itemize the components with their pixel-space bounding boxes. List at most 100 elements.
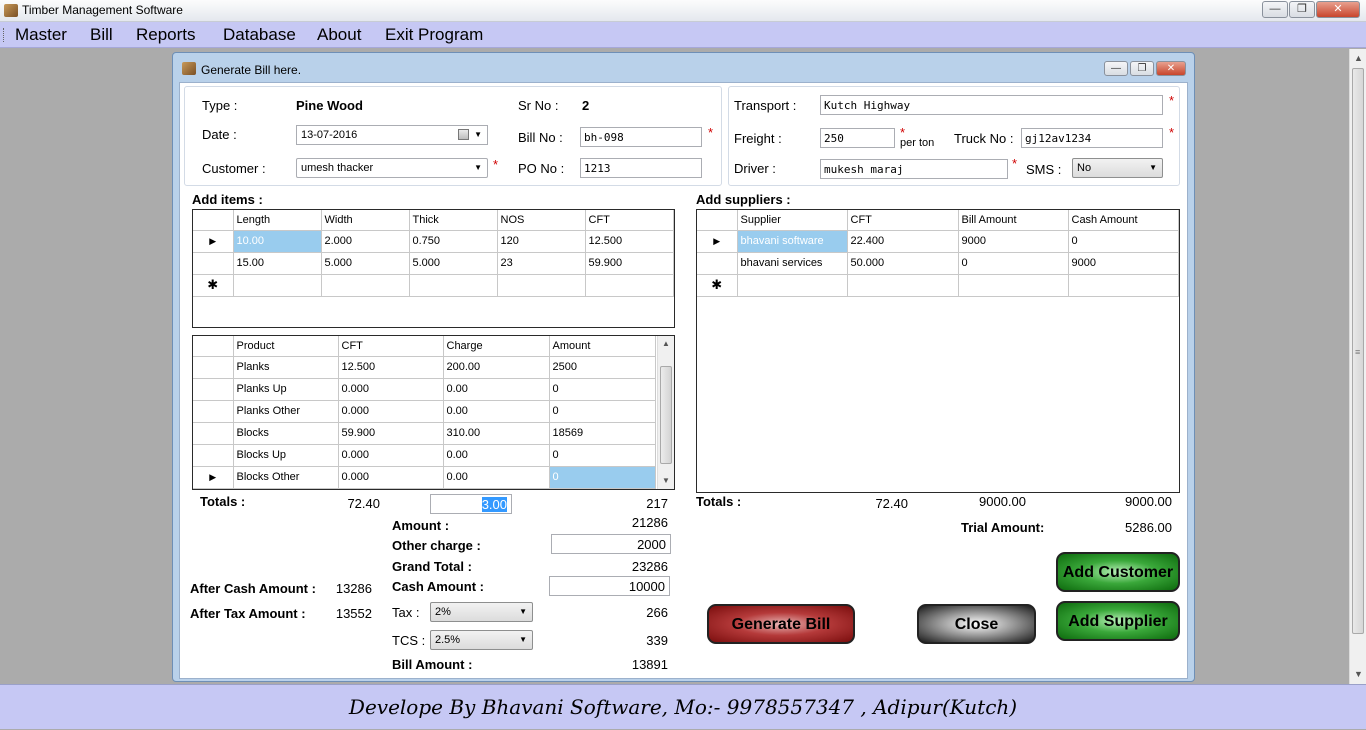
transport-input[interactable] — [820, 95, 1163, 115]
new-row[interactable]: ✱ — [193, 273, 674, 297]
table-cell[interactable]: Blocks — [232, 421, 339, 445]
col-cash-amount[interactable]: Cash Amount — [1067, 210, 1179, 231]
table-cell[interactable]: Blocks Up — [232, 443, 339, 467]
menu-exit-program[interactable]: Exit Program — [385, 25, 483, 45]
chevron-down-icon[interactable]: ▼ — [1149, 163, 1157, 172]
table-cell[interactable]: bhavani services — [736, 251, 848, 275]
add-customer-button[interactable]: Add Customer — [1056, 552, 1180, 592]
scroll-thumb[interactable] — [660, 366, 672, 464]
table-cell[interactable]: 0.00 — [442, 399, 550, 423]
products-scrollbar[interactable]: ▲ ▼ — [657, 336, 674, 489]
scroll-down-icon[interactable]: ▼ — [1354, 669, 1363, 679]
freight-input[interactable] — [820, 128, 895, 148]
table-cell[interactable] — [408, 273, 498, 297]
table-cell[interactable]: 59.900 — [337, 421, 444, 445]
products-grid[interactable]: Product CFT Charge Amount Planks 12.500 … — [192, 335, 675, 490]
table-cell[interactable] — [736, 273, 848, 297]
menu-bill[interactable]: Bill — [90, 25, 113, 45]
table-cell[interactable]: 0.000 — [337, 443, 444, 467]
driver-input[interactable] — [820, 159, 1008, 179]
minimize-icon[interactable]: — — [1262, 1, 1288, 18]
table-cell[interactable]: 0.00 — [442, 377, 550, 401]
table-cell[interactable]: 22.400 — [846, 229, 959, 253]
other-charge-input[interactable] — [551, 534, 671, 554]
sms-select[interactable]: No ▼ — [1072, 158, 1163, 178]
table-cell[interactable]: 0 — [957, 251, 1069, 275]
main-vertical-scrollbar[interactable]: ▲ ≡ ▼ — [1349, 49, 1366, 684]
chevron-down-icon[interactable]: ▼ — [519, 607, 527, 616]
col-cft[interactable]: CFT — [846, 210, 959, 231]
cash-amount-input[interactable] — [549, 576, 670, 596]
menu-database[interactable]: Database — [223, 25, 296, 45]
table-cell[interactable]: 0 — [548, 399, 656, 423]
new-row[interactable]: ✱ — [697, 273, 1179, 297]
table-row[interactable]: Planks Other 0.000 0.00 0 — [193, 399, 656, 423]
add-supplier-button[interactable]: Add Supplier — [1056, 601, 1180, 641]
col-length[interactable]: Length — [232, 210, 322, 231]
table-cell[interactable]: 0.00 — [442, 443, 550, 467]
table-row[interactable]: Planks Up 0.000 0.00 0 — [193, 377, 656, 401]
tax-select[interactable]: 2% ▼ — [430, 602, 533, 622]
table-cell[interactable]: 0 — [548, 465, 656, 489]
col-cft[interactable]: CFT — [337, 336, 444, 357]
table-cell[interactable]: 0 — [548, 377, 656, 401]
suppliers-grid[interactable]: Supplier CFT Bill Amount Cash Amount ▶ b… — [696, 209, 1180, 493]
table-cell[interactable] — [1067, 273, 1179, 297]
table-cell[interactable]: 12.500 — [584, 229, 674, 253]
child-maximize-icon[interactable]: ❐ — [1130, 61, 1154, 76]
chevron-down-icon[interactable]: ▼ — [519, 635, 527, 644]
table-cell[interactable]: 2.000 — [320, 229, 410, 253]
table-row[interactable]: ▶ bhavani software 22.400 9000 0 — [697, 229, 1179, 253]
charge-total-input[interactable]: 3.00 — [430, 494, 512, 514]
generate-bill-button[interactable]: Generate Bill — [707, 604, 855, 644]
table-cell[interactable]: 50.000 — [846, 251, 959, 275]
table-cell[interactable]: 12.500 — [337, 355, 444, 379]
table-cell[interactable] — [957, 273, 1069, 297]
table-cell[interactable]: 9000 — [1067, 251, 1179, 275]
menu-about[interactable]: About — [317, 25, 361, 45]
col-width[interactable]: Width — [320, 210, 410, 231]
table-cell[interactable]: 15.00 — [232, 251, 322, 275]
table-cell[interactable]: 310.00 — [442, 421, 550, 445]
table-cell[interactable]: 18569 — [548, 421, 656, 445]
table-cell[interactable]: 0 — [548, 443, 656, 467]
table-cell[interactable]: Planks Other — [232, 399, 339, 423]
chevron-down-icon[interactable]: ▼ — [474, 130, 482, 139]
scroll-down-icon[interactable]: ▼ — [662, 476, 670, 485]
table-cell[interactable]: 0.000 — [337, 377, 444, 401]
table-cell[interactable]: 2500 — [548, 355, 656, 379]
table-row[interactable]: bhavani services 50.000 0 9000 — [697, 251, 1179, 275]
menu-reports[interactable]: Reports — [136, 25, 196, 45]
table-cell[interactable]: 9000 — [957, 229, 1069, 253]
pono-input[interactable] — [580, 158, 702, 178]
table-cell[interactable]: 120 — [496, 229, 586, 253]
table-cell[interactable]: 0.750 — [408, 229, 498, 253]
table-cell[interactable]: Blocks Other — [232, 465, 339, 489]
table-cell[interactable]: 0.000 — [337, 465, 444, 489]
table-cell[interactable]: 0 — [1067, 229, 1179, 253]
billno-input[interactable] — [580, 127, 702, 147]
col-charge[interactable]: Charge — [442, 336, 550, 357]
table-row[interactable]: Blocks 59.900 310.00 18569 — [193, 421, 656, 445]
table-cell[interactable]: bhavani software — [736, 229, 848, 253]
table-cell[interactable] — [496, 273, 586, 297]
table-cell[interactable]: 5.000 — [408, 251, 498, 275]
table-cell[interactable]: 23 — [496, 251, 586, 275]
col-product[interactable]: Product — [232, 336, 339, 357]
table-row[interactable]: Planks 12.500 200.00 2500 — [193, 355, 656, 379]
col-cft[interactable]: CFT — [584, 210, 674, 231]
table-cell[interactable]: 0.00 — [442, 465, 550, 489]
close-button[interactable]: Close — [917, 604, 1036, 644]
table-cell[interactable]: Planks — [232, 355, 339, 379]
col-amount[interactable]: Amount — [548, 336, 656, 357]
items-grid[interactable]: Length Width Thick NOS CFT ▶ 10.00 2.000… — [192, 209, 675, 328]
child-minimize-icon[interactable]: — — [1104, 61, 1128, 76]
chevron-down-icon[interactable]: ▼ — [474, 163, 482, 172]
close-icon[interactable]: ✕ — [1316, 1, 1360, 18]
maximize-icon[interactable]: ❐ — [1289, 1, 1315, 18]
table-row[interactable]: ▶ 10.00 2.000 0.750 120 12.500 — [193, 229, 674, 253]
table-cell[interactable]: 59.900 — [584, 251, 674, 275]
scroll-up-icon[interactable]: ▲ — [662, 339, 670, 348]
date-picker[interactable]: 13-07-2016 ▼ — [296, 125, 488, 145]
table-cell[interactable]: 0.000 — [337, 399, 444, 423]
